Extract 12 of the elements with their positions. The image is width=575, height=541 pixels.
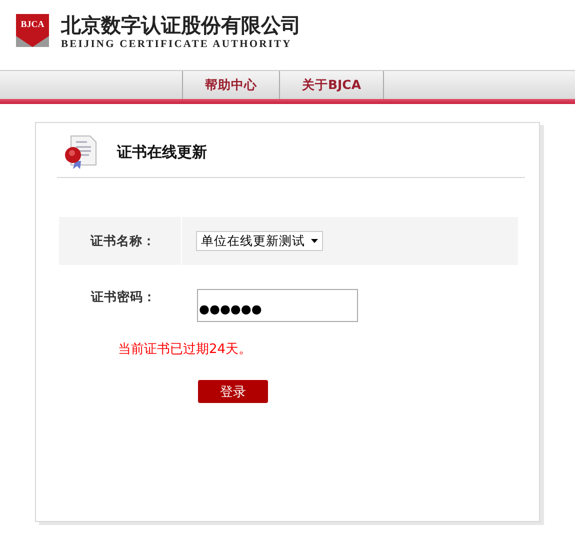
field-label: 证书密码：	[90, 289, 157, 306]
field-label: 证书名称：	[59, 217, 182, 265]
dropdown-caret-icon	[311, 239, 318, 243]
certificate-select[interactable]: 单位在线更新测试	[196, 231, 323, 251]
company-name-english: BEIJING CERTIFICATE AUTHORITY	[61, 39, 293, 50]
company-name: 北京数字认证股份有限公司	[61, 14, 301, 36]
certificate-icon	[63, 135, 98, 169]
logo-icon: BJCA	[16, 14, 49, 47]
login-button[interactable]: 登录	[198, 380, 268, 403]
page-title: 证书在线更新	[117, 142, 207, 162]
password-field[interactable]: ●●●●●●	[197, 289, 358, 322]
error-message: 当前证书已过期24天。	[118, 341, 252, 358]
